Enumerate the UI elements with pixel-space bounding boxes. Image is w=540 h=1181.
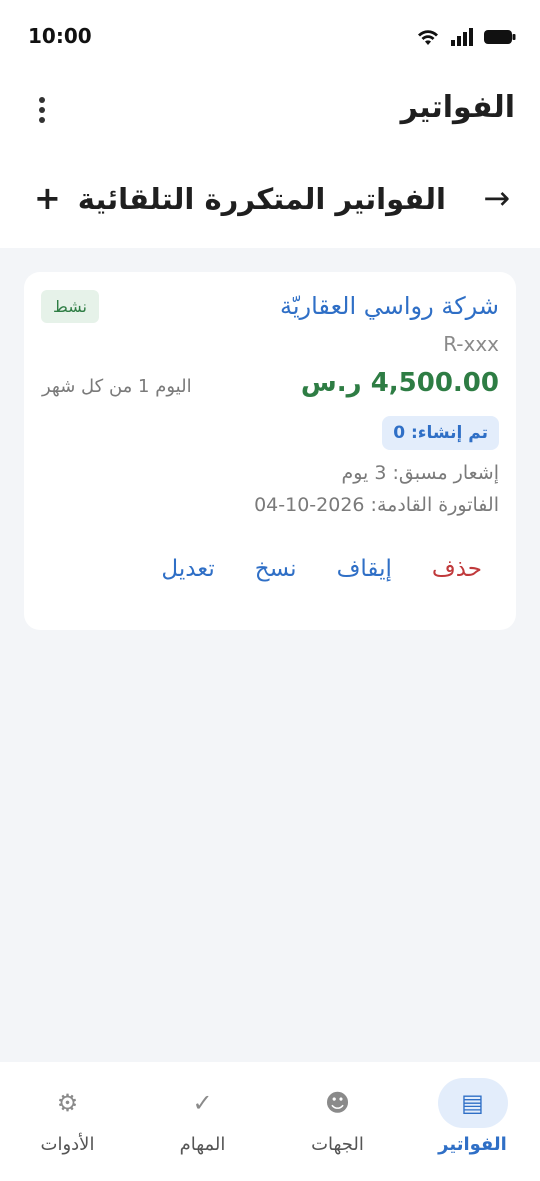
status-time: 10:00 [28,24,92,48]
battery-icon [484,30,516,44]
content-area: شركة رواسي العقاريّة نشط R-xxx 4,500.00 … [0,248,540,1062]
advance-notice: إشعار مسبق: 3 يوم [341,462,499,484]
bottom-nav: ▤ الفواتير ☻ الجهات ✓ المهام ⚙ الأدوات [0,1062,540,1181]
nav-item-invoices[interactable]: ▤ الفواتير [405,1062,540,1181]
overflow-menu-icon[interactable] [28,96,56,124]
status-bar: 10:00 [0,0,540,72]
recurring-invoice-card: شركة رواسي العقاريّة نشط R-xxx 4,500.00 … [24,272,516,630]
copy-button[interactable]: نسخ [255,556,297,582]
tools-gear-icon: ⚙ [56,1089,79,1117]
schedule-text: اليوم 1 من كل شهر [42,376,192,397]
nav-label: الجهات [311,1134,364,1155]
contacts-icon: ☻ [324,1089,351,1117]
card-actions: تعديل نسخ إيقاف حذف [161,556,482,582]
invoice-code: R-xxx [443,332,499,356]
nav-item-contacts[interactable]: ☻ الجهات [270,1062,405,1181]
nav-label: الأدوات [40,1134,95,1155]
company-name[interactable]: شركة رواسي العقاريّة [280,292,499,320]
invoice-list-icon: ▤ [437,1078,508,1128]
section-title: الفواتير المتكررة التلقائية [77,182,446,216]
created-count-badge: تم إنشاء: 0 [382,416,499,450]
checkmark-icon: ✓ [192,1089,213,1117]
invoice-amount: 4,500.00 ر.س [300,368,499,398]
pause-button[interactable]: إيقاف [337,556,392,582]
delete-button[interactable]: حذف [432,556,482,582]
nav-label: المهام [179,1134,226,1155]
sub-header: → الفواتير المتكررة التلقائية + [0,160,540,248]
nav-label: الفواتير [438,1134,507,1155]
page-title: الفواتير [400,90,515,125]
app-bar: الفواتير [0,72,540,148]
add-button[interactable]: + [34,182,61,214]
status-badge: نشط [41,290,99,323]
status-icons [416,26,516,48]
back-arrow-icon[interactable]: → [483,182,510,214]
signal-icon [451,28,473,46]
nav-item-tools[interactable]: ⚙ الأدوات [0,1062,135,1181]
next-invoice-date: الفاتورة القادمة: 2026-10-04 [254,494,499,516]
edit-button[interactable]: تعديل [161,556,214,582]
nav-item-tasks[interactable]: ✓ المهام [135,1062,270,1181]
wifi-icon [418,30,438,45]
